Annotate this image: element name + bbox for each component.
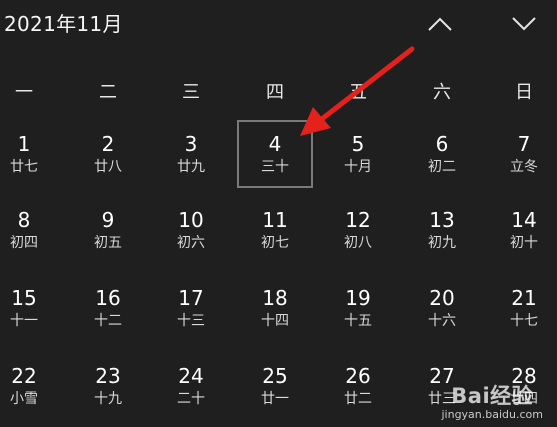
lunar-date: 初七 [261,235,289,251]
calendar-day-today[interactable]: 4 三十 [237,120,313,188]
calendar-day[interactable]: 16 十二 [71,274,145,344]
lunar-date: 十五 [344,313,372,329]
solar-date: 12 [345,208,371,232]
solar-date: 23 [95,364,121,388]
weekday-label: 日 [515,82,533,103]
chevron-down-icon [512,17,536,31]
calendar-day[interactable]: 8 初四 [0,196,61,266]
calendar-day[interactable]: 17 十三 [154,274,228,344]
calendar-day[interactable]: 23 十九 [71,352,145,422]
solar-date: 14 [511,208,537,232]
lunar-date: 廿七 [10,159,38,175]
calendar-day[interactable]: 14 初十 [487,196,557,266]
solar-date: 3 [184,132,198,156]
calendar-day[interactable]: 10 初六 [154,196,228,266]
weekday-header-row: 一二三四五六日 [0,78,557,108]
lunar-date: 廿九 [177,159,205,175]
watermark-url: jingyan.baidu.com [441,408,543,421]
solar-date: 18 [262,286,288,310]
calendar-day[interactable]: 7 立冬 [487,120,557,190]
solar-date: 16 [95,286,121,310]
calendar-day[interactable]: 21 十七 [487,274,557,344]
calendar-day[interactable]: 18 十四 [238,274,312,344]
calendar-day[interactable]: 15 十一 [0,274,61,344]
lunar-date: 廿八 [94,159,122,175]
weekday-label: 二 [99,82,117,103]
solar-date: 5 [351,132,365,156]
lunar-date: 初六 [177,235,205,251]
lunar-date: 初四 [10,235,38,251]
month-title[interactable]: 2021年11月 [4,8,123,37]
solar-date: 25 [262,364,288,388]
solar-date: 26 [345,364,371,388]
lunar-date: 二十 [177,391,205,407]
solar-date: 4 [268,132,282,156]
lunar-date: 十四 [261,313,289,329]
weekday-label: 五 [349,82,367,103]
calendar-day[interactable]: 3 廿九 [154,120,228,190]
weekday-label: 一 [15,82,33,103]
lunar-date: 廿二 [344,391,372,407]
solar-date: 7 [517,132,531,156]
previous-month-button[interactable] [418,6,462,42]
solar-date: 20 [429,286,455,310]
lunar-date: 初八 [344,235,372,251]
lunar-date: 初二 [428,159,456,175]
calendar-day[interactable]: 22 小雪 [0,352,61,422]
calendar-day[interactable]: 6 初二 [405,120,479,190]
calendar-day[interactable]: 12 初八 [321,196,395,266]
calendar-header: 2021年11月 [0,0,557,50]
lunar-date: 十月 [344,159,372,175]
solar-date: 19 [345,286,371,310]
weekday-label: 四 [266,82,284,103]
calendar-day[interactable]: 9 初五 [71,196,145,266]
lunar-date: 十六 [428,313,456,329]
weekday-label: 三 [182,82,200,103]
solar-date: 9 [101,208,115,232]
weekday-label: 六 [433,82,451,103]
solar-date: 6 [435,132,449,156]
lunar-date: 三十 [261,159,289,175]
calendar-day[interactable]: 26 廿二 [321,352,395,422]
calendar-day[interactable]: 20 十六 [405,274,479,344]
solar-date: 10 [178,208,204,232]
solar-date: 2 [101,132,115,156]
next-month-button[interactable] [502,6,546,42]
chevron-up-icon [428,17,452,31]
lunar-date: 初五 [94,235,122,251]
lunar-date: 十一 [10,313,38,329]
lunar-date: 立冬 [510,159,538,175]
solar-date: 13 [429,208,455,232]
lunar-date: 十二 [94,313,122,329]
lunar-date: 十三 [177,313,205,329]
solar-date: 22 [11,364,37,388]
calendar-day[interactable]: 19 十五 [321,274,395,344]
solar-date: 21 [511,286,537,310]
lunar-date: 小雪 [10,391,38,407]
calendar-day[interactable]: 25 廿一 [238,352,312,422]
lunar-date: 十九 [94,391,122,407]
watermark-logo: Bai经验 [451,384,534,408]
calendar-day[interactable]: 5 十月 [321,120,395,190]
solar-date: 24 [178,364,204,388]
baidu-jingyan-watermark: Bai经验 jingyan.baidu.com [441,380,543,421]
lunar-date: 十七 [510,313,538,329]
solar-date: 11 [262,208,288,232]
lunar-date: 廿一 [261,391,289,407]
solar-date: 15 [11,286,37,310]
calendar-day[interactable]: 13 初九 [405,196,479,266]
calendar-day[interactable]: 2 廿八 [71,120,145,190]
lunar-date: 初九 [428,235,456,251]
calendar-day[interactable]: 1 廿七 [0,120,61,190]
calendar-day[interactable]: 11 初七 [238,196,312,266]
solar-date: 1 [17,132,31,156]
solar-date: 8 [17,208,31,232]
calendar-day[interactable]: 24 二十 [154,352,228,422]
lunar-date: 初十 [510,235,538,251]
solar-date: 17 [178,286,204,310]
